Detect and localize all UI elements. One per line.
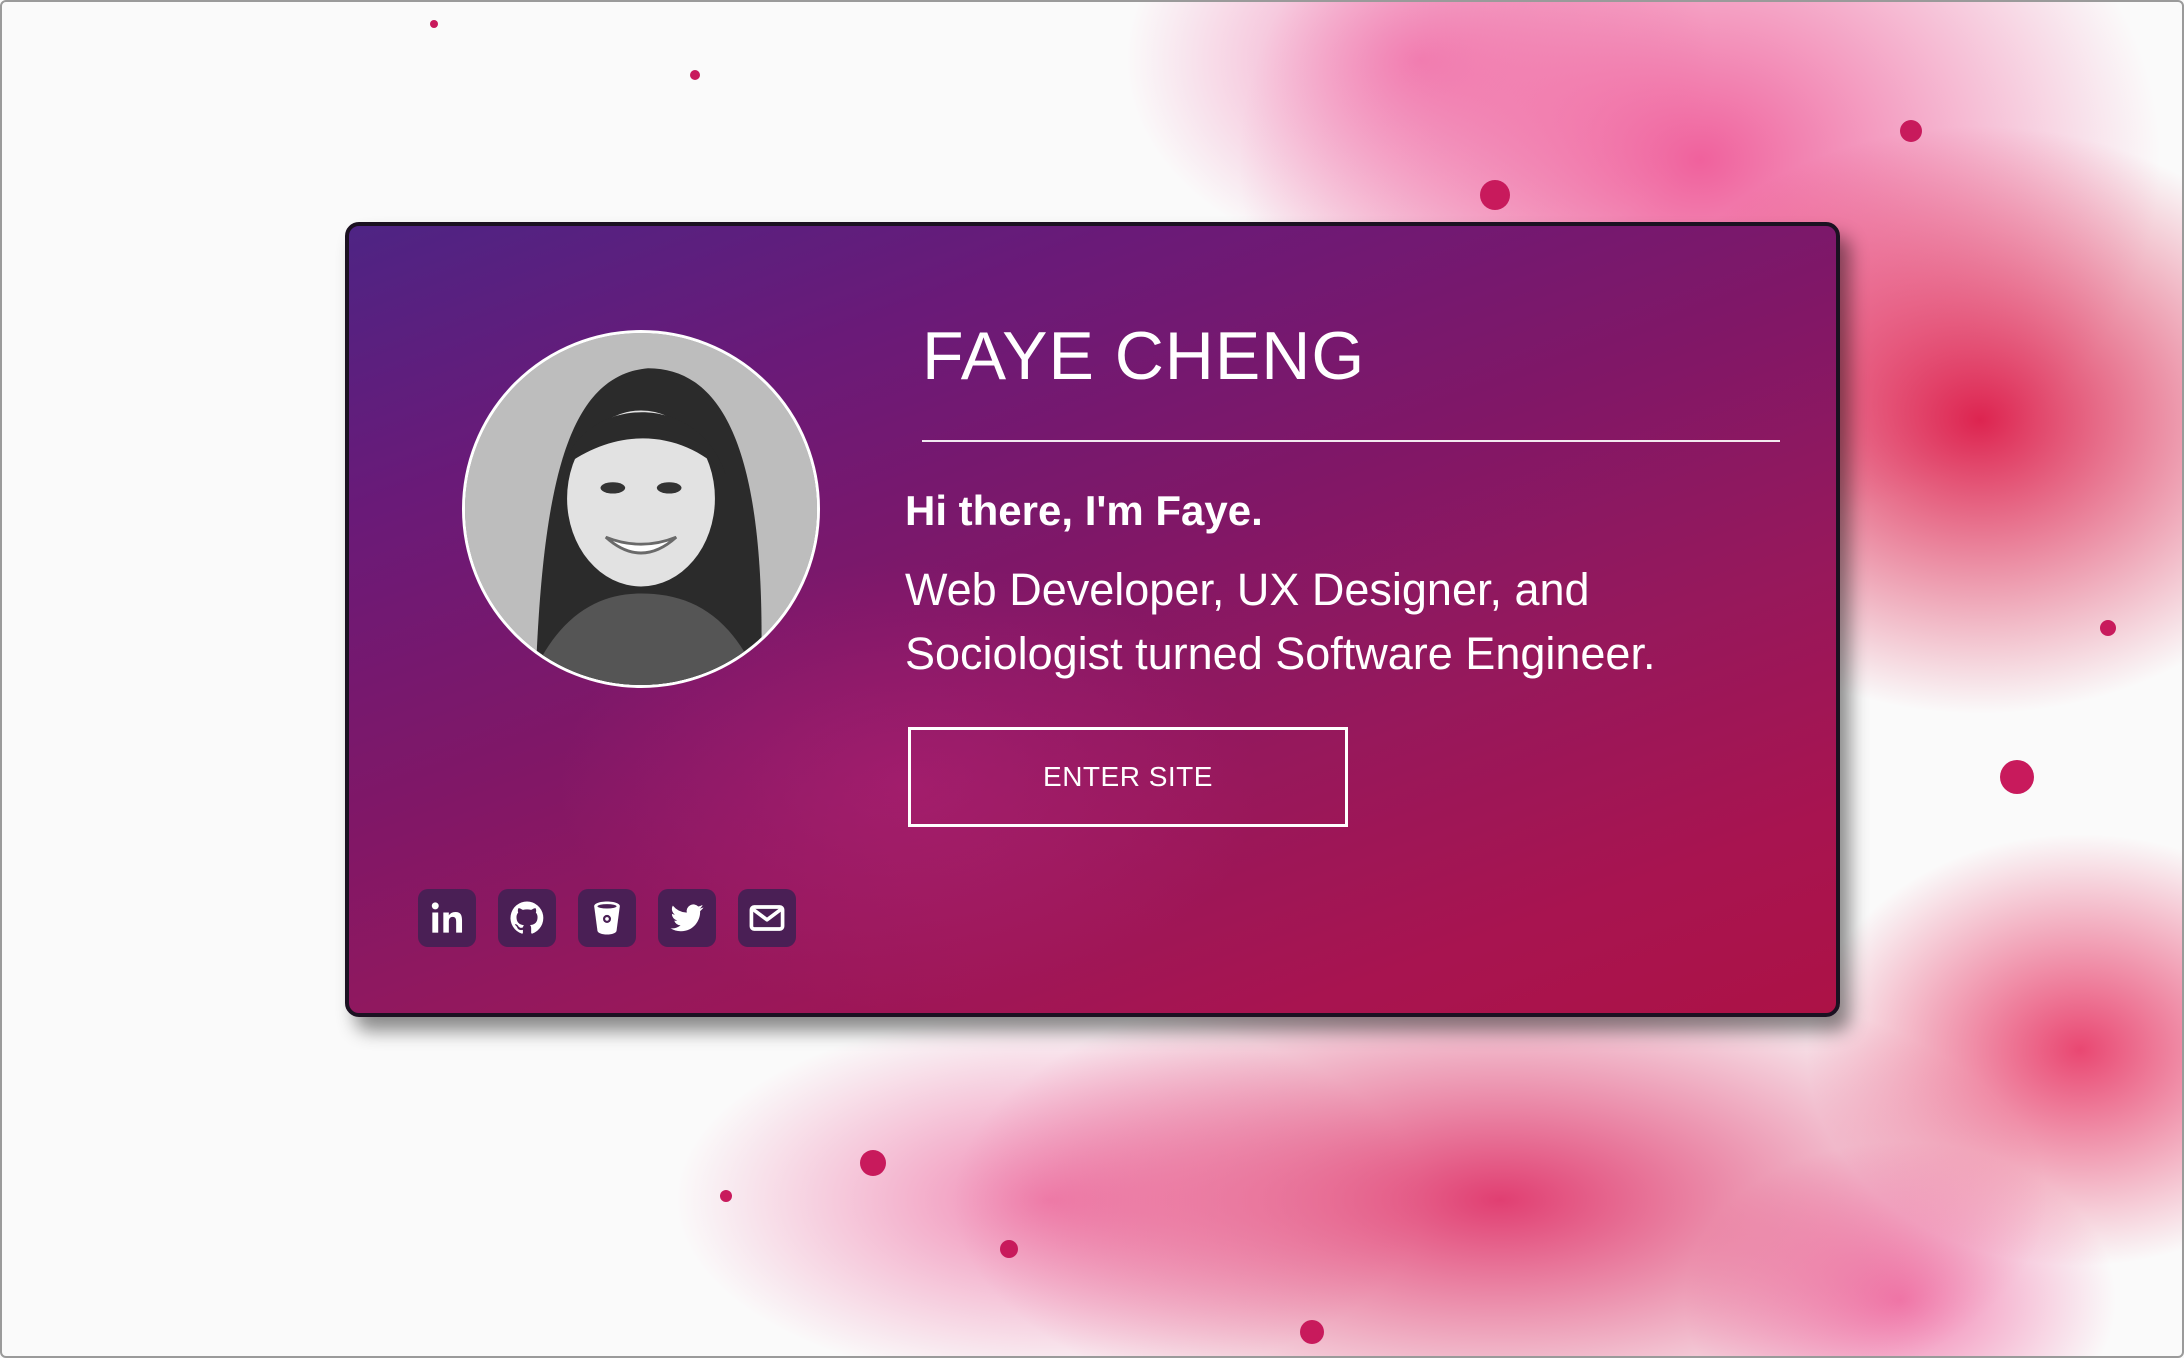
email-icon xyxy=(749,905,785,931)
title-divider xyxy=(922,440,1780,442)
twitter-link[interactable] xyxy=(658,889,716,947)
linkedin-icon xyxy=(431,902,463,933)
social-links xyxy=(418,889,796,947)
bio-text: Web Developer, UX Designer, and Sociolog… xyxy=(905,564,1656,679)
enter-site-button[interactable]: ENTER SITE xyxy=(908,727,1348,827)
bitbucket-link[interactable] xyxy=(578,889,636,947)
greeting-text: Hi there, I'm Faye. xyxy=(905,487,1263,534)
profile-name: FAYE CHENG xyxy=(922,318,1366,394)
github-link[interactable] xyxy=(498,889,556,947)
github-icon xyxy=(510,901,544,934)
portrait-image xyxy=(465,333,817,685)
profile-card: FAYE CHENG Hi there, I'm Faye. Web Devel… xyxy=(345,222,1840,1017)
email-link[interactable] xyxy=(738,889,796,947)
twitter-icon xyxy=(670,904,704,932)
profile-photo xyxy=(462,330,820,688)
linkedin-link[interactable] xyxy=(418,889,476,947)
bitbucket-icon xyxy=(594,901,620,935)
